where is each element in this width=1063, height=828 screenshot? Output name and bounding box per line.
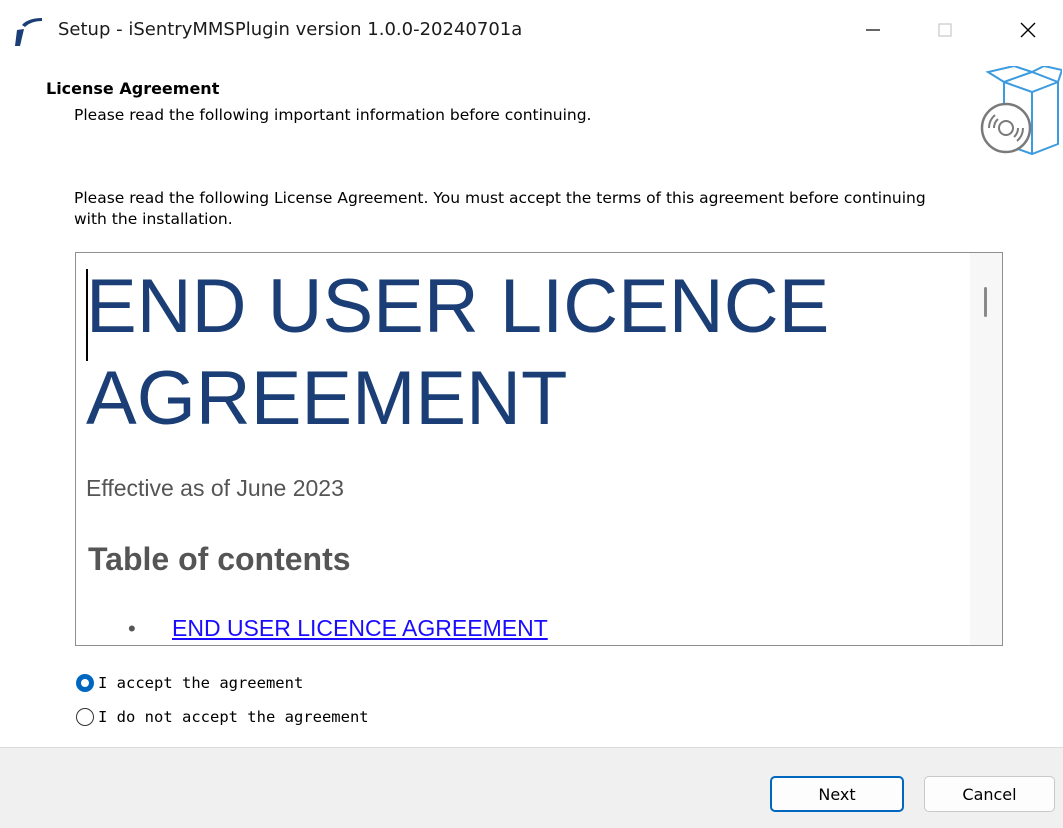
license-text-box[interactable]: END USER LICENCE AGREEMENT Effective as … [75, 252, 1003, 646]
intro-text: Please read the following License Agreem… [74, 189, 926, 228]
maximize-icon [938, 23, 952, 37]
decline-label[interactable]: I do not accept the agreement [98, 708, 369, 726]
maximize-button[interactable] [910, 0, 980, 60]
setup-box-icon [980, 66, 1062, 156]
close-icon [1020, 22, 1036, 38]
license-scrollbar[interactable] [970, 253, 1002, 645]
title-bar: Setup - iSentryMMSPlugin version 1.0.0-2… [0, 0, 1063, 60]
toc-link[interactable]: END USER LICENCE AGREEMENT [172, 615, 548, 642]
decline-radio[interactable] [76, 708, 94, 726]
accept-radio[interactable] [76, 674, 94, 692]
scrollbar-thumb[interactable] [984, 287, 987, 317]
minimize-icon [866, 29, 880, 31]
accept-label[interactable]: I accept the agreement [98, 674, 303, 692]
page-subtitle: Please read the following important info… [74, 106, 592, 124]
app-logo-icon [15, 18, 42, 46]
page-title: License Agreement [46, 79, 220, 98]
window-title: Setup - iSentryMMSPlugin version 1.0.0-2… [58, 19, 523, 40]
toc-heading: Table of contents [88, 541, 351, 577]
decline-option[interactable]: I do not accept the agreement [76, 708, 369, 726]
accept-option[interactable]: I accept the agreement [76, 674, 303, 692]
next-button[interactable]: Next [770, 776, 904, 812]
wizard-header: License Agreement Please read the follow… [0, 60, 1063, 160]
cancel-button[interactable]: Cancel [924, 776, 1055, 812]
close-button[interactable] [993, 0, 1063, 60]
license-effective-date: Effective as of June 2023 [86, 475, 344, 501]
toc-bullet: • [128, 616, 136, 641]
wizard-footer: Next Cancel [0, 747, 1063, 828]
license-heading: END USER LICENCE AGREEMENT [86, 264, 830, 441]
minimize-button[interactable] [838, 0, 908, 60]
